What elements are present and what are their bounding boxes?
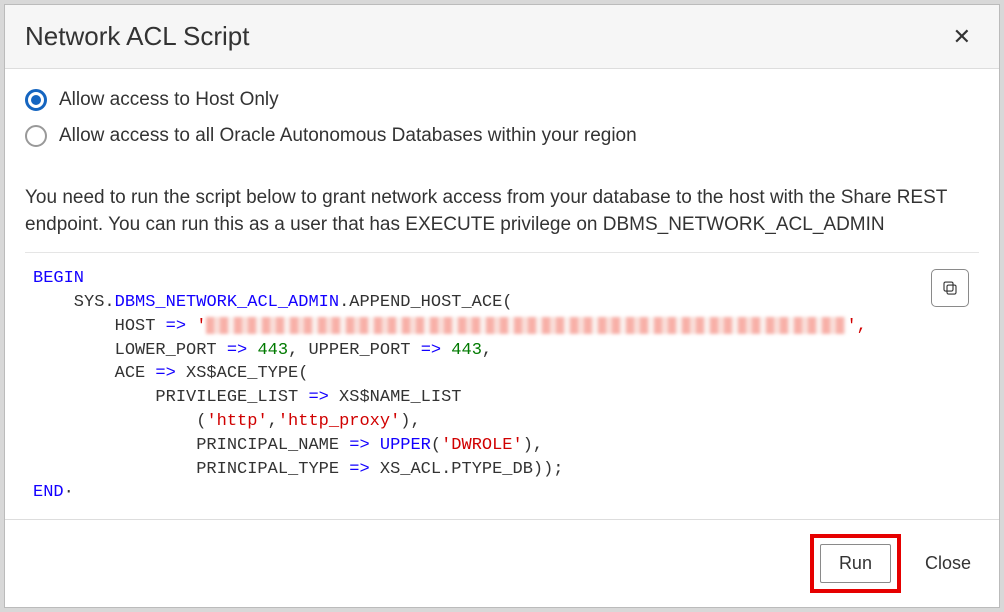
copy-icon [941,279,959,297]
radio-icon [25,89,47,111]
radio-icon [25,125,47,147]
radio-label: Allow access to Host Only [59,89,279,111]
radio-host-only[interactable]: Allow access to Host Only [25,89,979,111]
dialog-title: Network ACL Script [25,21,249,52]
dialog-footer: Run Close [5,519,999,607]
close-button[interactable]: Close [915,545,981,582]
code-pre: BEGIN SYS.DBMS_NETWORK_ACL_ADMIN.APPEND_… [25,261,979,505]
network-acl-script-dialog: Network ACL Script ✕ Allow access to Hos… [4,4,1000,608]
run-button[interactable]: Run [820,544,891,583]
access-radio-group: Allow access to Host Only Allow access t… [25,89,979,161]
run-highlight-box: Run [810,534,901,593]
dialog-body: Allow access to Host Only Allow access t… [5,69,999,519]
dialog-header: Network ACL Script ✕ [5,5,999,69]
radio-all-adb[interactable]: Allow access to all Oracle Autonomous Da… [25,125,979,147]
script-code-block: BEGIN SYS.DBMS_NETWORK_ACL_ADMIN.APPEND_… [25,252,979,519]
redacted-host [206,317,846,334]
script-description: You need to run the script below to gran… [25,185,979,238]
copy-button[interactable] [931,269,969,307]
close-icon[interactable]: ✕ [945,22,979,52]
radio-label: Allow access to all Oracle Autonomous Da… [59,125,637,147]
